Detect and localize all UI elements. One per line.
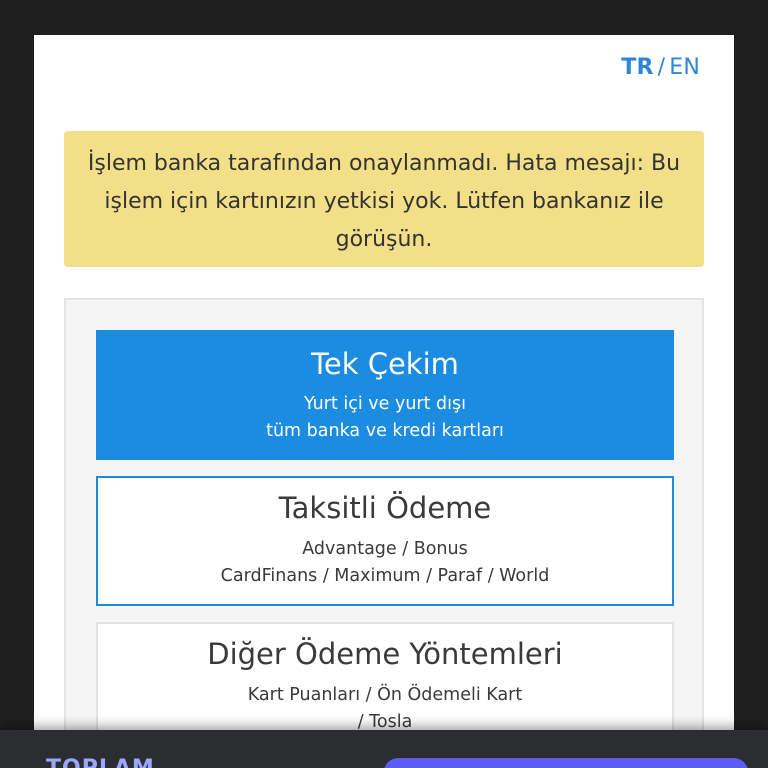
option-single-payment-line-1: Yurt içi ve yurt dışı <box>303 394 466 414</box>
checkout-bottom-bar: TOPLAM <box>0 730 768 768</box>
language-tr-link[interactable]: TR <box>621 55 653 80</box>
option-installment-payment-title: Taksitli Ödeme <box>278 491 492 525</box>
language-separator: / <box>657 55 666 80</box>
payment-page: TR / EN İşlem banka tarafından onaylanmadı… <box>34 35 734 768</box>
option-other-payment-methods-title: Diğer Ödeme Yöntemleri <box>207 637 563 671</box>
option-single-payment-line-2: tüm banka ve kredi kartları <box>266 421 504 441</box>
language-en-link[interactable]: EN <box>669 55 700 80</box>
error-alert: İşlem banka tarafından onaylanmadı. Hata… <box>64 131 704 267</box>
option-single-payment[interactable]: Tek Çekim Yurt içi ve yurt dışı tüm bank… <box>96 330 674 460</box>
option-installment-payment[interactable]: Taksitli Ödeme Advantage / Bonus CardFin… <box>96 476 674 606</box>
payment-options-panel: Tek Çekim Yurt içi ve yurt dışı tüm bank… <box>64 298 704 768</box>
option-installment-payment-line-1: Advantage / Bonus <box>302 539 468 559</box>
total-label: TOPLAM <box>46 756 155 768</box>
option-installment-payment-line-2: CardFinans / Maximum / Paraf / World <box>220 566 550 586</box>
option-single-payment-title: Tek Çekim <box>311 347 459 381</box>
error-alert-message: İşlem banka tarafından onaylanmadı. Hata… <box>87 151 681 252</box>
pay-button[interactable] <box>384 758 748 768</box>
option-other-payment-methods-line-1: Kart Puanları / Ön Ödemeli Kart <box>247 685 523 705</box>
language-switcher: TR / EN <box>621 55 700 80</box>
